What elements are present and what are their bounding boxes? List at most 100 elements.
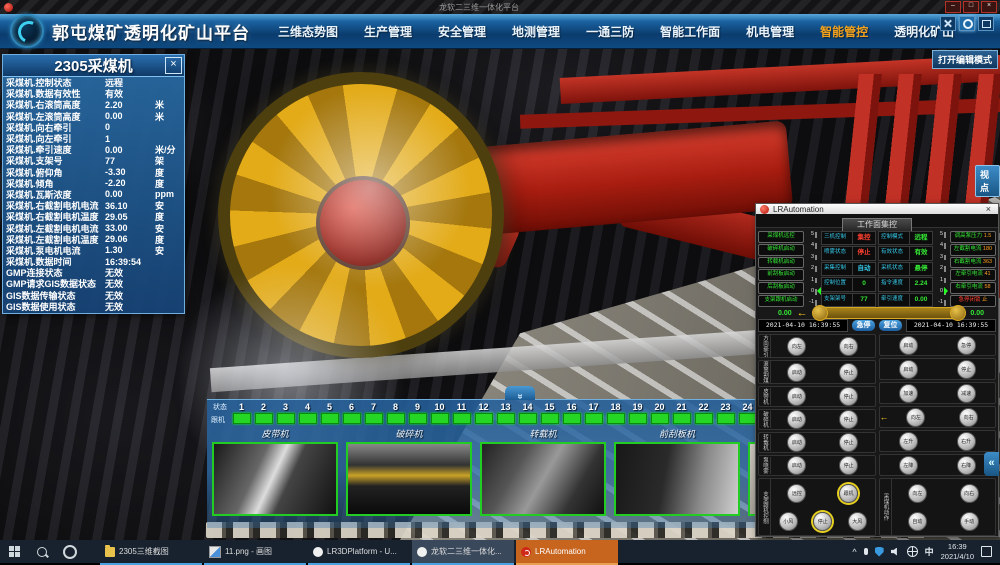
gear-tool-icon[interactable] [959, 16, 975, 31]
control-button[interactable]: 右升 [957, 432, 976, 451]
support-status-square[interactable] [277, 413, 295, 424]
notification-center-icon[interactable] [981, 546, 992, 557]
support-status-square[interactable] [695, 413, 713, 424]
control-button[interactable]: 停止 [839, 433, 858, 452]
control-button[interactable]: 向右 [959, 408, 978, 427]
control-button[interactable]: 启动 [899, 336, 918, 355]
stop-button[interactable]: 停止 [813, 512, 832, 531]
search-icon[interactable] [28, 540, 56, 563]
camera-thumbnail[interactable] [614, 442, 740, 516]
support-status-square[interactable] [607, 413, 625, 424]
lrautomation-titlebar[interactable]: LRAutomation × [756, 204, 998, 214]
indicator-value-button[interactable]: 左截割电流 180 [950, 244, 996, 256]
speaker-icon[interactable] [891, 548, 900, 556]
taskbar-task[interactable]: 龙软二三维一体化... [412, 540, 514, 565]
indicator-value-button[interactable]: 右牵引电流 58 [950, 282, 996, 294]
nav-menu-item[interactable]: 一通三防 [586, 23, 634, 40]
auto-button[interactable]: 自动 [908, 512, 927, 531]
control-button[interactable]: 左降 [899, 456, 918, 475]
support-status-square[interactable] [629, 413, 647, 424]
control-button[interactable]: 停止 [839, 363, 858, 382]
control-button[interactable]: 减速 [957, 384, 976, 403]
indicator-button[interactable]: 转载机启动 [758, 257, 804, 269]
minimize-button[interactable]: – [945, 1, 961, 13]
reset-button[interactable]: 复位 [879, 320, 902, 331]
taskbar-task[interactable]: 2305三维截图 [100, 540, 202, 565]
control-button[interactable]: 向左 [906, 408, 925, 427]
panel-close-icon[interactable]: × [165, 57, 182, 74]
defender-shield-icon[interactable] [875, 547, 884, 557]
indicator-button[interactable]: 采煤机远控 [758, 231, 804, 243]
support-status-square[interactable] [651, 413, 669, 424]
support-status-square[interactable] [409, 413, 427, 424]
nav-menu-item[interactable]: 机电管理 [746, 23, 794, 40]
nav-menu-item[interactable]: 智能工作面 [660, 23, 720, 40]
tray-expand-icon[interactable]: ^ [852, 547, 856, 557]
remote-button[interactable]: 远控 [787, 484, 806, 503]
control-button[interactable]: 停止 [839, 387, 858, 406]
support-status-square[interactable] [475, 413, 493, 424]
support-status-square[interactable] [497, 413, 515, 424]
nav-menu-item[interactable]: 地测管理 [512, 23, 560, 40]
control-button[interactable]: 左升 [899, 432, 918, 451]
move-left-button[interactable]: 向左 [908, 484, 927, 503]
support-status-square[interactable] [541, 413, 559, 424]
control-button[interactable]: 急停 [957, 336, 976, 355]
estop-button[interactable]: 急停 [852, 320, 875, 331]
support-status-square[interactable] [739, 413, 757, 424]
control-button[interactable]: 向左 [787, 337, 806, 356]
control-button[interactable]: 启动 [787, 387, 806, 406]
support-status-square[interactable] [299, 413, 317, 424]
control-button[interactable]: 启动 [787, 363, 806, 382]
lrautomation-close-icon[interactable]: × [983, 204, 994, 214]
support-status-square[interactable] [563, 413, 581, 424]
nav-menu-item[interactable]: 安全管理 [438, 23, 486, 40]
cortana-icon[interactable] [56, 540, 84, 563]
support-status-square[interactable] [233, 413, 251, 424]
open-edit-mode-button[interactable]: 打开编辑模式 [932, 50, 998, 69]
maximize-button[interactable]: □ [963, 1, 979, 13]
indicator-button[interactable]: 破碎机启动 [758, 244, 804, 256]
control-button[interactable]: 启动 [787, 433, 806, 452]
indicator-value-button[interactable]: 左牵引电流 41 [950, 269, 996, 281]
chevron-down-icon[interactable]: « [505, 386, 535, 400]
taskbar-task[interactable]: 11.png - 画图 [204, 540, 306, 565]
support-status-square[interactable] [519, 413, 537, 424]
low-fan-button[interactable]: 小风 [779, 512, 798, 531]
indicator-button[interactable]: 前刮板启动 [758, 269, 804, 281]
support-status-square[interactable] [585, 413, 603, 424]
support-status-square[interactable] [717, 413, 735, 424]
nav-menu-item[interactable]: 生产管理 [364, 23, 412, 40]
control-button[interactable]: 右降 [957, 456, 976, 475]
control-button[interactable]: 启动 [787, 456, 806, 475]
control-button[interactable]: 向右 [839, 337, 858, 356]
ime-indicator[interactable]: 中 [925, 545, 934, 558]
restore-tool-icon[interactable] [978, 16, 994, 31]
indicator-value-button[interactable]: 调高泵压力 1.5 [950, 231, 996, 243]
nav-menu-item[interactable]: 智能管控 [820, 23, 868, 40]
taskbar-task[interactable]: LRAutomation [516, 540, 618, 565]
clock[interactable]: 16:39 2021/4/10 [941, 542, 974, 561]
taskbar-task[interactable]: LR3DPlatform - U... [308, 540, 410, 565]
camera-thumbnail[interactable] [346, 442, 472, 516]
support-status-square[interactable] [255, 413, 273, 424]
control-button[interactable]: 停止 [957, 360, 976, 379]
control-button[interactable]: 启动 [899, 360, 918, 379]
support-status-square[interactable] [321, 413, 339, 424]
camera-thumbnail[interactable] [212, 442, 338, 516]
support-status-square[interactable] [387, 413, 405, 424]
control-button[interactable]: 停止 [839, 456, 858, 475]
support-status-square[interactable] [453, 413, 471, 424]
start-button[interactable] [0, 540, 28, 563]
control-button[interactable]: 加速 [899, 384, 918, 403]
viewpoint-tab[interactable]: 视点 [975, 165, 1000, 197]
support-status-square[interactable] [343, 413, 361, 424]
control-button[interactable]: 启动 [787, 410, 806, 429]
move-right-button[interactable]: 向右 [960, 484, 979, 503]
support-status-square[interactable] [673, 413, 691, 424]
indicator-button[interactable]: 支架跟机启动 [758, 295, 804, 307]
support-status-square[interactable] [365, 413, 383, 424]
indicator-button[interactable]: 后刮板启动 [758, 282, 804, 294]
collapse-panel-icon[interactable]: « [984, 452, 999, 476]
indicator-value-button[interactable]: 右截割电流 363 [950, 257, 996, 269]
